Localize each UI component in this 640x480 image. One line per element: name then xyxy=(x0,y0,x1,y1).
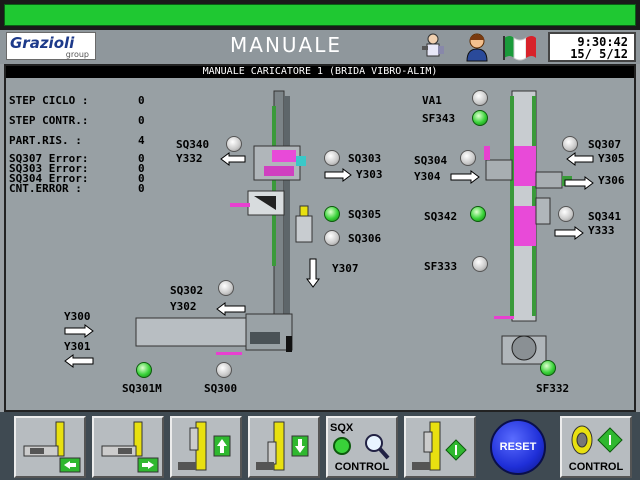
step-ciclo-label: STEP CICLO : xyxy=(9,94,89,107)
cycle-step-icon xyxy=(412,421,467,471)
y307-label: Y307 xyxy=(332,262,359,275)
reset-button[interactable]: RESET xyxy=(484,416,554,478)
sq307-lamp[interactable] xyxy=(562,136,578,152)
sq306-lamp[interactable] xyxy=(324,230,340,246)
y332-label: Y332 xyxy=(176,152,203,165)
sq340-lamp[interactable] xyxy=(226,136,242,152)
sq303-label: SQ303 xyxy=(348,152,382,165)
sf332-label: SF332 xyxy=(536,382,570,395)
sq342-label: SQ342 xyxy=(424,210,458,223)
sf343-lamp[interactable] xyxy=(472,110,488,126)
sq341-lamp[interactable] xyxy=(558,206,574,222)
sf333-lamp[interactable] xyxy=(472,256,488,272)
y300-label: Y300 xyxy=(64,310,91,323)
y332-arrow-left[interactable] xyxy=(220,152,246,166)
sq305-lamp[interactable] xyxy=(324,206,340,222)
y302-label: Y302 xyxy=(170,300,197,313)
left-machine-drawing xyxy=(135,90,313,355)
y305-label: Y305 xyxy=(598,152,625,165)
control-icon xyxy=(571,425,623,455)
carriage-right-button[interactable] xyxy=(92,416,164,478)
y333-arrow-right[interactable] xyxy=(554,226,584,240)
page-title: MANUALE xyxy=(230,33,342,57)
user-icon[interactable] xyxy=(462,32,492,62)
cycle-step-button[interactable] xyxy=(404,416,476,478)
y304-arrow-right[interactable] xyxy=(450,170,480,184)
sq300-lamp[interactable] xyxy=(216,362,232,378)
sq306-label: SQ306 xyxy=(348,232,382,245)
y300-arrow-right[interactable] xyxy=(64,324,94,338)
sqx-control-button[interactable]: SQX CONTROL xyxy=(326,416,398,478)
sf333-label: SF333 xyxy=(424,260,458,273)
va1-lamp[interactable] xyxy=(472,90,488,106)
lift-down-button[interactable] xyxy=(248,416,320,478)
y333-label: Y333 xyxy=(588,224,615,237)
y305-arrow-left[interactable] xyxy=(566,152,594,166)
lift-down-icon xyxy=(256,421,309,471)
sq302-label: SQ302 xyxy=(170,284,204,297)
sq304-lamp[interactable] xyxy=(460,150,476,166)
lift-up-button[interactable] xyxy=(170,416,242,478)
sq307-label: SQ307 xyxy=(588,138,622,151)
carriage-left-icon xyxy=(23,421,81,473)
italian-flag-icon[interactable] xyxy=(502,32,538,62)
y302-arrow-left[interactable] xyxy=(216,302,246,316)
hmi-screen: Grazioli group MANUALE 9:30:42 15/ 5/12 … xyxy=(0,0,640,480)
y307-arrow-down[interactable] xyxy=(306,258,320,288)
cnt-error-label: CNT.ERROR : xyxy=(9,182,82,195)
operator-icon[interactable] xyxy=(418,32,448,62)
top-status-bar xyxy=(0,0,640,30)
sqx-control-label: CONTROL xyxy=(334,461,390,473)
carriage-right-icon xyxy=(101,421,159,473)
y304-label: Y304 xyxy=(414,170,441,183)
control-label: CONTROL xyxy=(568,461,624,473)
panel-subtitle: MANUALE CARICATORE 1 (BRIDA VIBRO-ALIM) xyxy=(6,66,634,78)
clock-display: 9:30:42 15/ 5/12 xyxy=(548,32,636,62)
magnifier-icon xyxy=(333,434,390,460)
sq340-label: SQ340 xyxy=(176,138,210,151)
y303-label: Y303 xyxy=(356,168,383,181)
lift-up-icon xyxy=(178,421,231,471)
y303-arrow-right[interactable] xyxy=(324,168,352,182)
reset-label: RESET xyxy=(490,419,546,475)
sq305-label: SQ305 xyxy=(348,208,382,221)
y306-label: Y306 xyxy=(598,174,625,187)
sq302-lamp[interactable] xyxy=(218,280,234,296)
sq342-lamp[interactable] xyxy=(470,206,486,222)
sq303-lamp[interactable] xyxy=(324,150,340,166)
part-ris-label: PART.RIS. : xyxy=(9,134,82,147)
sq301m-lamp[interactable] xyxy=(136,362,152,378)
sq304-label: SQ304 xyxy=(414,154,448,167)
logo-sub: group xyxy=(65,50,89,59)
header-bar: Grazioli group MANUALE 9:30:42 15/ 5/12 xyxy=(0,30,640,64)
company-logo: Grazioli group xyxy=(6,32,96,60)
sf343-label: SF343 xyxy=(422,112,456,125)
step-contr-label: STEP CONTR.: xyxy=(9,114,89,127)
sq341-label: SQ341 xyxy=(588,210,622,223)
carriage-left-button[interactable] xyxy=(14,416,86,478)
sq300-label: SQ300 xyxy=(204,382,238,395)
y306-arrow-right[interactable] xyxy=(564,176,594,190)
control-button[interactable]: CONTROL xyxy=(560,416,632,478)
va1-label: VA1 xyxy=(422,94,442,107)
clock-date: 15/ 5/12 xyxy=(570,47,628,61)
sqx-label: SQX xyxy=(330,422,354,434)
y301-label: Y301 xyxy=(64,340,91,353)
y301-arrow-left[interactable] xyxy=(64,354,94,368)
logo-name: Grazioli xyxy=(10,34,75,52)
status-green-bar xyxy=(4,4,636,26)
manual-panel: MANUALE CARICATORE 1 (BRIDA VIBRO-ALIM) … xyxy=(4,64,636,412)
sf332-lamp[interactable] xyxy=(540,360,556,376)
sq301m-label: SQ301M xyxy=(122,382,162,395)
